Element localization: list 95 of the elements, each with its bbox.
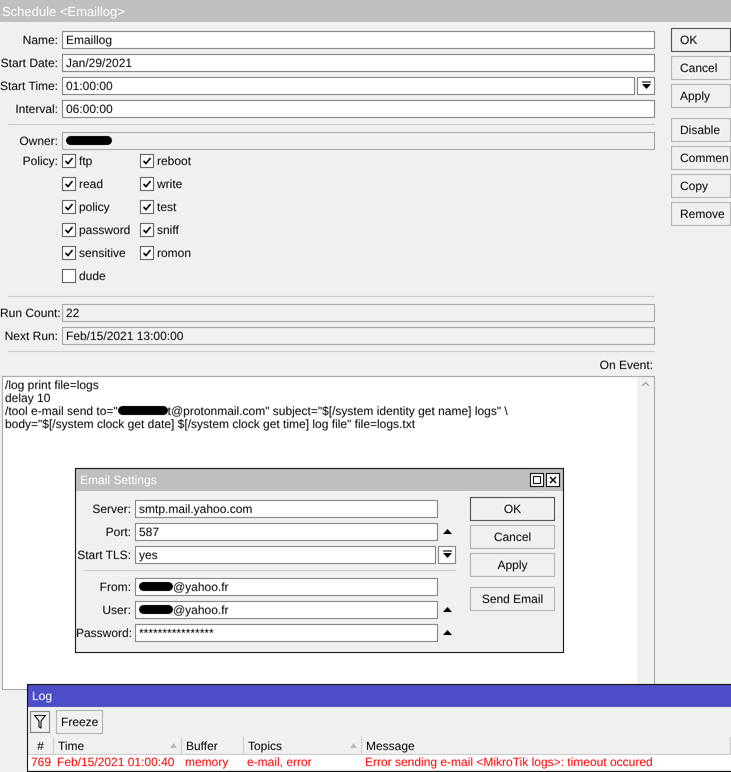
- redaction-mark: [139, 605, 173, 614]
- checkbox-label: policy: [79, 200, 110, 214]
- code-line: /log print file=logs: [5, 379, 100, 392]
- checkbox-label: romon: [157, 246, 192, 260]
- dialog-button[interactable]: Apply: [470, 553, 555, 577]
- code-line: body="$[/system clock get date] $[/system clock get time] log file" file=logs.txt: [5, 418, 416, 431]
- field-label: Name:: [22, 32, 59, 46]
- checkbox[interactable]: [62, 177, 76, 191]
- checkbox-label: ftp: [79, 154, 92, 168]
- input-field[interactable]: yes: [135, 546, 436, 564]
- up-arrow-icon[interactable]: [442, 606, 452, 613]
- checkbox-label: read: [79, 177, 104, 191]
- up-arrow-icon[interactable]: [442, 528, 452, 535]
- table-cell-text: e-mail, error: [246, 755, 313, 770]
- readonly-field: Feb/15/2021 13:00:00: [62, 326, 655, 344]
- column-header[interactable]: Time: [54, 737, 182, 755]
- checkbox[interactable]: [62, 269, 76, 283]
- column-header[interactable]: Message: [362, 737, 731, 755]
- field-label: Run Count:: [0, 306, 62, 320]
- field-label: Owner:: [18, 134, 59, 148]
- dropdown-button[interactable]: [438, 546, 456, 564]
- redaction-mark: [139, 582, 173, 591]
- checkbox-label: write: [157, 177, 182, 191]
- checkbox[interactable]: [140, 177, 154, 191]
- dialog-button[interactable]: Copy: [671, 174, 731, 198]
- field-label: User:: [101, 602, 132, 616]
- code-line: t@protonmail.com" subject="$[/system identity get name] logs" \: [168, 404, 508, 418]
- dialog-button[interactable]: Remove: [671, 202, 731, 226]
- dropdown-button[interactable]: [637, 76, 655, 94]
- checkbox-label: dude: [79, 269, 106, 283]
- field-label: Start TLS:: [76, 548, 132, 562]
- input-field[interactable]: Emaillog: [62, 30, 655, 48]
- table-cell-text: memory: [184, 755, 230, 770]
- field-label: Port:: [104, 524, 132, 538]
- field-label: From:: [98, 580, 132, 594]
- column-header[interactable]: Topics: [244, 737, 362, 755]
- checkbox-label: sensitive: [79, 246, 126, 260]
- window-title: Schedule <Emaillog>: [2, 4, 125, 18]
- sort-arrow-icon: [170, 743, 177, 748]
- table-cell-text: Feb/15/2021 01:00:40: [56, 755, 176, 770]
- input-field[interactable]: Jan/29/2021: [62, 54, 655, 72]
- readonly-field: 22: [62, 304, 655, 322]
- input-field[interactable]: @yahoo.fr: [135, 600, 438, 618]
- dialog-button[interactable]: Disable: [671, 118, 731, 142]
- field-label: Password:: [76, 626, 134, 640]
- checkbox-label: password: [79, 223, 130, 237]
- field-label: Server:: [91, 502, 132, 516]
- input-field[interactable]: ****************: [135, 624, 438, 642]
- table-cell-text: 769: [30, 755, 52, 770]
- input-field[interactable]: 01:00:00: [62, 76, 635, 94]
- dropdown-arrow-icon[interactable]: [642, 81, 650, 90]
- dialog-button[interactable]: OK: [671, 28, 731, 52]
- input-field[interactable]: smtp.mail.yahoo.com: [135, 500, 438, 518]
- dialog-button[interactable]: OK: [470, 497, 555, 521]
- checkbox[interactable]: [140, 246, 154, 260]
- code-line: /tool e-mail send to=": [5, 404, 118, 418]
- dropdown-arrow-icon[interactable]: [442, 550, 452, 559]
- checkbox[interactable]: [140, 154, 154, 168]
- checkbox[interactable]: [62, 154, 76, 168]
- sort-arrow-icon: [350, 743, 357, 748]
- checkbox-label: reboot: [157, 154, 192, 168]
- redaction-mark: [66, 136, 112, 145]
- field-label: Next Run:: [4, 328, 59, 342]
- field-label: Interval:: [14, 102, 59, 116]
- dialog-button[interactable]: Apply: [671, 84, 731, 108]
- checkbox[interactable]: [62, 200, 76, 214]
- input-field[interactable]: 587: [135, 522, 438, 540]
- up-arrow-icon[interactable]: [442, 629, 452, 636]
- field-label: On Event:: [600, 358, 653, 372]
- input-field[interactable]: 06:00:00: [62, 100, 655, 118]
- window-title: Log: [32, 689, 52, 703]
- code-line: delay 10: [5, 392, 50, 405]
- checkbox[interactable]: [62, 246, 76, 260]
- field-label: Policy:: [22, 154, 59, 168]
- field-label: Start Time:: [0, 78, 60, 92]
- column-header[interactable]: Buffer: [182, 737, 244, 755]
- dialog-button[interactable]: Cancel: [671, 56, 731, 80]
- freeze-button[interactable]: Freeze: [56, 710, 104, 734]
- checkbox-label: sniff: [157, 223, 179, 237]
- dialog-button[interactable]: Cancel: [470, 525, 555, 549]
- column-header[interactable]: #: [28, 737, 54, 755]
- table-cell-text: Error sending e-mail <MikroTik logs>: timeout occured: [364, 755, 654, 770]
- redaction-mark: [118, 406, 168, 415]
- checkbox[interactable]: [140, 200, 154, 214]
- dialog-button[interactable]: Send Email: [470, 587, 555, 611]
- dialog-button[interactable]: Commen: [671, 146, 731, 170]
- close-icon[interactable]: [546, 473, 560, 487]
- checkbox[interactable]: [140, 223, 154, 237]
- filter-icon[interactable]: [30, 711, 50, 733]
- maximize-icon[interactable]: [530, 473, 544, 487]
- input-field[interactable]: @yahoo.fr: [135, 578, 438, 596]
- checkbox[interactable]: [62, 223, 76, 237]
- window-title: Email Settings: [80, 473, 157, 487]
- checkbox-label: test: [157, 200, 176, 214]
- field-label: Start Date:: [0, 56, 59, 70]
